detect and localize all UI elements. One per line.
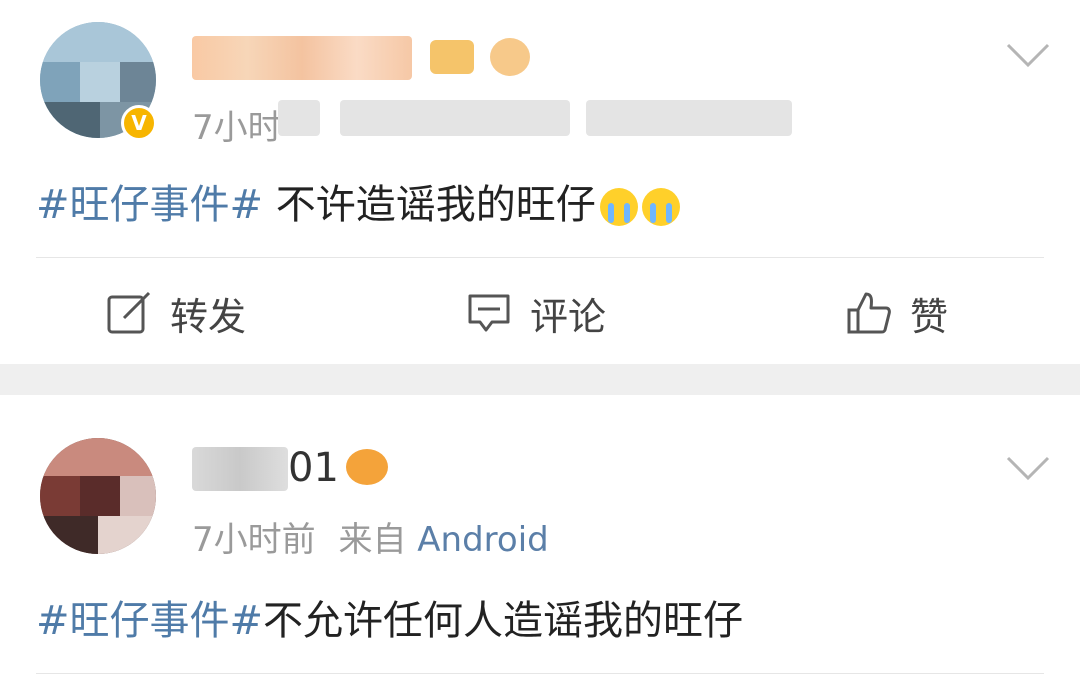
- verified-badge-icon: V: [121, 105, 157, 141]
- post-time: 7小时: [192, 108, 282, 148]
- member-badge-icon: [490, 38, 530, 76]
- post-separator: [0, 364, 1080, 395]
- post-text: 不允许任何人造谣我的旺仔: [263, 598, 744, 644]
- username-suffix[interactable]: 01: [288, 445, 339, 491]
- feed-post: V 7小时 #旺仔事件# 不许造谣我的旺仔 转发 评论 赞: [0, 0, 1080, 364]
- hashtag-link[interactable]: #旺仔事件#: [36, 182, 263, 228]
- username-blurred[interactable]: [192, 447, 288, 491]
- username-blurred[interactable]: [192, 36, 412, 80]
- post-text: 不许造谣我的旺仔: [263, 182, 596, 228]
- post-from-label: 来自: [338, 520, 407, 560]
- repost-button[interactable]: 转发: [106, 285, 246, 341]
- blurred-meta: [586, 100, 792, 136]
- blurred-meta: [278, 100, 320, 136]
- hashtag-link[interactable]: #旺仔事件#: [36, 598, 263, 644]
- repost-icon: [107, 291, 151, 334]
- repost-label: 转发: [170, 294, 247, 339]
- thumbs-up-icon: [847, 292, 891, 334]
- post-time: 7小时前: [192, 520, 316, 560]
- comment-button[interactable]: 评论: [466, 285, 606, 341]
- post-source[interactable]: Android: [417, 520, 548, 560]
- comment-icon: [468, 294, 510, 332]
- like-label: 赞: [910, 294, 949, 339]
- post-content: #旺仔事件# 不许造谣我的旺仔: [36, 172, 680, 230]
- avatar[interactable]: [40, 438, 156, 554]
- post-meta: 7小时前 来自 Android: [192, 512, 549, 561]
- feed-post: 01 7小时前 来自 Android #旺仔事件#不允许任何人造谣我的旺仔: [0, 395, 1080, 681]
- divider: [36, 673, 1044, 674]
- chevron-down-icon[interactable]: [1005, 453, 1051, 483]
- post-content: #旺仔事件#不允许任何人造谣我的旺仔: [36, 588, 743, 646]
- like-button[interactable]: 赞: [846, 285, 948, 341]
- crying-face-emoji-icon: [641, 188, 680, 226]
- crown-badge-icon: [430, 40, 474, 74]
- crying-face-emoji-icon: [599, 188, 638, 226]
- member-badge-icon: [346, 449, 388, 485]
- divider: [36, 257, 1044, 258]
- blurred-meta: [340, 100, 570, 136]
- chevron-down-icon[interactable]: [1005, 40, 1051, 70]
- comment-label: 评论: [530, 294, 607, 339]
